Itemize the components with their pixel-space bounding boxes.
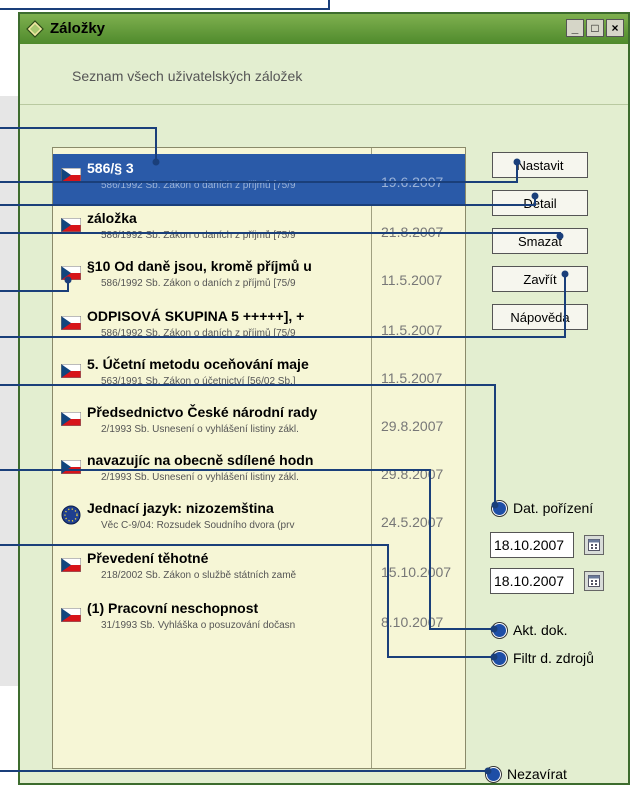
current-doc-label: Akt. dok. [513, 622, 568, 638]
czech-flag-icon [61, 364, 81, 378]
czech-flag-icon [61, 316, 81, 330]
bookmark-source: 586/1992 Sb. Zákon o daních z příjmů [75… [101, 230, 296, 241]
czech-flag-icon [61, 218, 81, 232]
close-window-button[interactable]: × [606, 19, 624, 37]
bookmark-row[interactable]: Převedení těhotné 218/2002 Sb. Zákon o sl… [53, 544, 465, 594]
bookmark-date: 21.8.2007 [381, 224, 444, 240]
source-filter-radio[interactable] [492, 650, 507, 666]
help-button[interactable]: Nápověda [492, 304, 588, 330]
window-title: Záložky [50, 20, 106, 37]
bookmark-source: 586/1992 Sb. Zákon o daních z příjmů [75… [101, 180, 296, 191]
date-from-calendar-button[interactable] [584, 535, 604, 555]
maximize-button[interactable]: □ [586, 19, 604, 37]
bookmark-row[interactable]: §10 Od daně jsou, kromě příjmů u 586/1992… [53, 252, 465, 302]
bookmark-title: navazujíc na obecně sdílené hodn [87, 452, 314, 468]
bookmark-list[interactable]: 586/§ 3 586/1992 Sb. Zákon o daních z pří… [52, 147, 466, 769]
bookmark-source: 2/1993 Sb. Usnesení o vyhlášení listiny … [101, 472, 299, 483]
date-acquired-radio[interactable] [492, 500, 507, 516]
bookmark-title: §10 Od daně jsou, kromě příjmů u [87, 258, 312, 274]
window-subtitle: Seznam všech uživatelských záložek [72, 68, 303, 84]
bookmark-date: 11.5.2007 [381, 370, 443, 386]
bookmark-row[interactable]: Předsednictvo České národní rady 2/1993 S… [53, 398, 465, 448]
callout-panel [0, 96, 20, 686]
czech-flag-icon [61, 460, 81, 474]
current-doc-option[interactable]: Akt. dok. [492, 622, 567, 638]
czech-flag-icon [61, 266, 81, 280]
bookmark-source: 2/1993 Sb. Usnesení o vyhlášení listiny … [101, 424, 299, 435]
bookmark-source: Věc C-9/04: Rozsudek Soudního dvora (prv [101, 520, 295, 531]
source-filter-label: Filtr d. zdrojů [513, 650, 594, 666]
bookmark-title: Předsednictvo České národní rady [87, 404, 318, 420]
bookmark-diamond-icon [26, 20, 44, 38]
bookmark-title: 586/§ 3 [87, 160, 134, 176]
bookmark-source: 586/1992 Sb. Zákon o daních z příjmů [75… [101, 278, 296, 289]
bookmark-title: 5. Účetní metodu oceňování maje [87, 356, 309, 372]
set-button[interactable]: Nastavit [492, 152, 588, 178]
bookmark-source: 563/1991 Sb. Zákon o účetnictví [56/02 S… [101, 376, 296, 387]
czech-flag-icon [61, 168, 81, 182]
bookmark-date: 11.5.2007 [381, 322, 443, 338]
bookmark-date: 19.6.2007 [381, 174, 444, 190]
current-doc-radio[interactable] [492, 622, 507, 638]
bookmark-row[interactable]: 5. Účetní metodu oceňování maje 563/1991 … [53, 350, 465, 400]
date-acquired-label: Dat. pořízení [513, 500, 594, 516]
keep-open-label: Nezavírat [507, 766, 567, 782]
minimize-button[interactable]: _ [566, 19, 584, 37]
bookmark-date: 8.10.2007 [381, 614, 444, 630]
callout-frame-top [0, 0, 330, 10]
bookmark-row[interactable]: navazujíc na obecně sdílené hodn 2/1993 S… [53, 446, 465, 496]
bookmark-date: 11.5.2007 [381, 272, 443, 288]
bookmark-source: 218/2002 Sb. Zákon o službě státních zam… [101, 570, 297, 581]
title-bar[interactable]: Záložky _ □ × [20, 14, 628, 44]
header-area: Seznam všech uživatelských záložek [20, 44, 628, 105]
bookmark-date: 29.8.2007 [381, 466, 444, 482]
delete-button[interactable]: Smazat [492, 228, 588, 254]
bookmark-date: 24.5.2007 [381, 514, 444, 530]
bookmark-date: 29.8.2007 [381, 418, 444, 434]
calendar-icon [588, 539, 600, 551]
bookmarks-window: Záložky _ □ × Seznam všech uživatelských… [18, 12, 630, 785]
czech-flag-icon [61, 558, 81, 572]
bookmark-date: 15.10.2007 [381, 564, 452, 580]
date-acquired-option[interactable]: Dat. pořízení [492, 500, 593, 516]
czech-flag-icon [61, 608, 81, 622]
date-from-field[interactable]: 18.10.2007 [490, 532, 574, 558]
bookmark-source: 31/1993 Sb. Vyhláška o posuzování dočasn [101, 620, 296, 631]
source-filter-option[interactable]: Filtr d. zdrojů [492, 650, 594, 666]
eu-globe-icon [61, 505, 81, 525]
date-to-field[interactable]: 18.10.2007 [490, 568, 574, 594]
bookmark-title: Jednací jazyk: nizozemština [87, 500, 274, 516]
detail-button[interactable]: Detail [492, 190, 588, 216]
bookmark-row[interactable]: 586/§ 3 586/1992 Sb. Zákon o daních z pří… [53, 154, 465, 204]
bookmark-row[interactable]: Jednací jazyk: nizozemština Věc C-9/04: R… [53, 494, 465, 544]
bookmark-row[interactable]: ODPISOVÁ SKUPINA 5 +++++], + 586/1992 Sb.… [53, 302, 465, 352]
bookmark-title: Převedení těhotné [87, 550, 209, 566]
keep-open-option[interactable]: Nezavírat [486, 766, 567, 782]
bookmark-title: záložka [87, 210, 137, 226]
keep-open-radio[interactable] [486, 766, 501, 782]
close-button[interactable]: Zavřít [492, 266, 588, 292]
bookmark-title: ODPISOVÁ SKUPINA 5 +++++], + [87, 308, 305, 324]
calendar-icon [588, 575, 600, 587]
bookmark-row[interactable]: (1) Pracovní neschopnost 31/1993 Sb. Vyhl… [53, 594, 465, 644]
bookmark-source: 586/1992 Sb. Zákon o daních z příjmů [75… [101, 328, 296, 339]
bookmark-row[interactable]: záložka 586/1992 Sb. Zákon o daních z pří… [53, 204, 465, 254]
czech-flag-icon [61, 412, 81, 426]
date-to-calendar-button[interactable] [584, 571, 604, 591]
bookmark-title: (1) Pracovní neschopnost [87, 600, 259, 616]
